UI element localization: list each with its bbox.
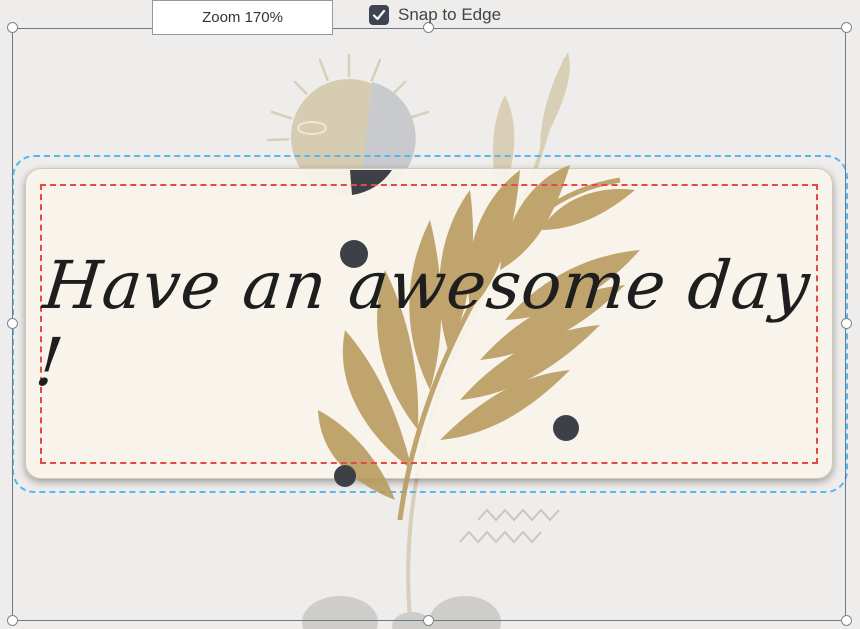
snap-label: Snap to Edge [398,5,502,24]
zoom-indicator[interactable]: Zoom 170% [152,0,333,35]
resize-handle-bottom-left[interactable] [7,615,18,626]
zoom-label: Zoom 170% [202,9,283,26]
resize-handle-bottom[interactable] [423,615,434,626]
resize-handle-bottom-right[interactable] [841,615,852,626]
check-icon [372,9,386,21]
resize-handle-top-right[interactable] [841,22,852,33]
resize-handle-top-left[interactable] [7,22,18,33]
design-canvas[interactable]: Have an awesome day ! [0,0,860,629]
resize-handle-left[interactable] [7,318,18,329]
artboard-frame [12,28,846,621]
snap-to-edge-option[interactable]: Snap to Edge [369,4,501,26]
resize-handle-right[interactable] [841,318,852,329]
snap-checkbox[interactable] [369,5,389,25]
